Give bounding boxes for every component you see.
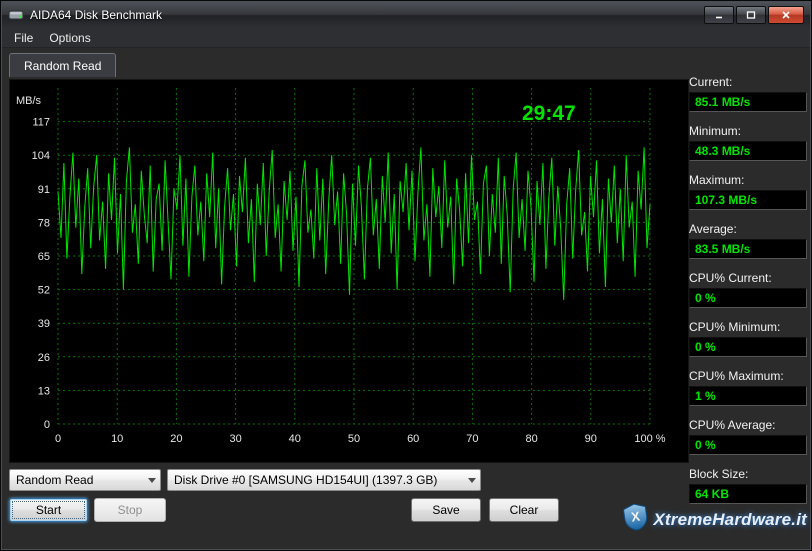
stat-label-cpu-maximum: CPU% Maximum: [689, 369, 807, 383]
svg-text:117: 117 [32, 117, 50, 129]
benchmark-type-select[interactable]: Random Read [9, 469, 161, 491]
stat-label-minimum: Minimum: [689, 124, 807, 138]
stat-cpu-current: CPU% Current: 0 % [689, 271, 807, 308]
start-button[interactable]: Start [9, 498, 88, 522]
svg-text:52: 52 [38, 285, 50, 297]
stat-average: Average: 83.5 MB/s [689, 222, 807, 259]
svg-text:10: 10 [111, 433, 123, 445]
stat-maximum: Maximum: 107.3 MB/s [689, 173, 807, 210]
menubar: File Options [2, 28, 810, 48]
chevron-down-icon [148, 478, 156, 483]
stat-value-current: 85.1 MB/s [689, 92, 807, 112]
stat-cpu-maximum: CPU% Maximum: 1 % [689, 369, 807, 406]
stat-value-cpu-average: 0 % [689, 435, 807, 455]
svg-text:80: 80 [525, 433, 537, 445]
menu-options[interactable]: Options [41, 29, 98, 47]
benchmark-type-value: Random Read [16, 473, 144, 487]
svg-text:91: 91 [38, 184, 50, 196]
svg-text:30: 30 [229, 433, 241, 445]
svg-text:65: 65 [38, 251, 50, 263]
maximize-button[interactable] [736, 6, 766, 24]
clear-button[interactable]: Clear [489, 498, 559, 522]
app-icon [8, 7, 24, 23]
svg-text:100 %: 100 % [634, 433, 665, 445]
app-window: AIDA64 Disk Benchmark File Options Rando… [0, 0, 812, 551]
stat-block-size: Block Size: 64 KB [689, 467, 807, 504]
svg-text:78: 78 [38, 217, 50, 229]
stat-label-block-size: Block Size: [689, 467, 807, 481]
stat-label-maximum: Maximum: [689, 173, 807, 187]
shield-icon: X [622, 501, 650, 537]
svg-text:40: 40 [289, 433, 301, 445]
y-axis-unit: MB/s [16, 95, 42, 107]
stat-minimum: Minimum: 48.3 MB/s [689, 124, 807, 161]
stat-value-cpu-minimum: 0 % [689, 337, 807, 357]
close-button[interactable] [768, 6, 804, 24]
svg-text:90: 90 [585, 433, 597, 445]
benchmark-chart: 0 10 20 30 40 50 60 70 80 90 100 % 0 13 26 39 52 65 78 91 1… [9, 79, 689, 463]
svg-text:13: 13 [38, 385, 50, 397]
stat-value-maximum: 107.3 MB/s [689, 190, 807, 210]
titlebar[interactable]: AIDA64 Disk Benchmark [2, 2, 810, 28]
svg-text:0: 0 [55, 433, 61, 445]
svg-text:70: 70 [466, 433, 478, 445]
svg-text:60: 60 [407, 433, 419, 445]
stats-panel: Current: 85.1 MB/s Minimum: 48.3 MB/s Ma… [689, 75, 807, 516]
stat-label-cpu-average: CPU% Average: [689, 418, 807, 432]
throughput-line [58, 147, 650, 300]
window-controls [704, 6, 804, 24]
stat-value-block-size: 64 KB [689, 484, 807, 504]
window-title: AIDA64 Disk Benchmark [30, 8, 704, 22]
disk-drive-select[interactable]: Disk Drive #0 [SAMSUNG HD154UI] (1397.3 … [167, 469, 481, 491]
svg-text:X: X [631, 508, 642, 524]
save-button[interactable]: Save [411, 498, 481, 522]
svg-text:39: 39 [38, 318, 50, 330]
stat-value-minimum: 48.3 MB/s [689, 141, 807, 161]
stat-label-cpu-current: CPU% Current: [689, 271, 807, 285]
stop-button[interactable]: Stop [94, 498, 166, 522]
tab-random-read[interactable]: Random Read [9, 53, 116, 77]
stat-value-cpu-current: 0 % [689, 288, 807, 308]
stat-value-average: 83.5 MB/s [689, 239, 807, 259]
chevron-down-icon [468, 478, 476, 483]
svg-text:20: 20 [170, 433, 182, 445]
stat-current: Current: 85.1 MB/s [689, 75, 807, 112]
stat-cpu-minimum: CPU% Minimum: 0 % [689, 320, 807, 357]
timer-text: 29:47 [522, 102, 576, 125]
svg-text:0: 0 [44, 419, 50, 431]
svg-text:26: 26 [38, 352, 50, 364]
svg-text:50: 50 [348, 433, 360, 445]
stat-label-current: Current: [689, 75, 807, 89]
menu-file[interactable]: File [6, 29, 41, 47]
disk-drive-value: Disk Drive #0 [SAMSUNG HD154UI] (1397.3 … [174, 473, 464, 487]
chart-svg: 0 10 20 30 40 50 60 70 80 90 100 % 0 13 26 39 52 65 78 91 1… [10, 80, 688, 462]
minimize-button[interactable] [704, 6, 734, 24]
stat-cpu-average: CPU% Average: 0 % [689, 418, 807, 455]
stat-label-average: Average: [689, 222, 807, 236]
stat-value-cpu-maximum: 1 % [689, 386, 807, 406]
svg-text:104: 104 [32, 150, 50, 162]
stat-label-cpu-minimum: CPU% Minimum: [689, 320, 807, 334]
